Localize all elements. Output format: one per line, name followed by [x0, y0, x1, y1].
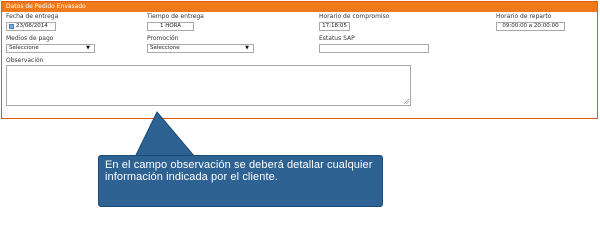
observacion-callout: En el campo observación se deberá detall…	[98, 155, 383, 207]
callout-text: En el campo observación se deberá detall…	[105, 159, 373, 183]
